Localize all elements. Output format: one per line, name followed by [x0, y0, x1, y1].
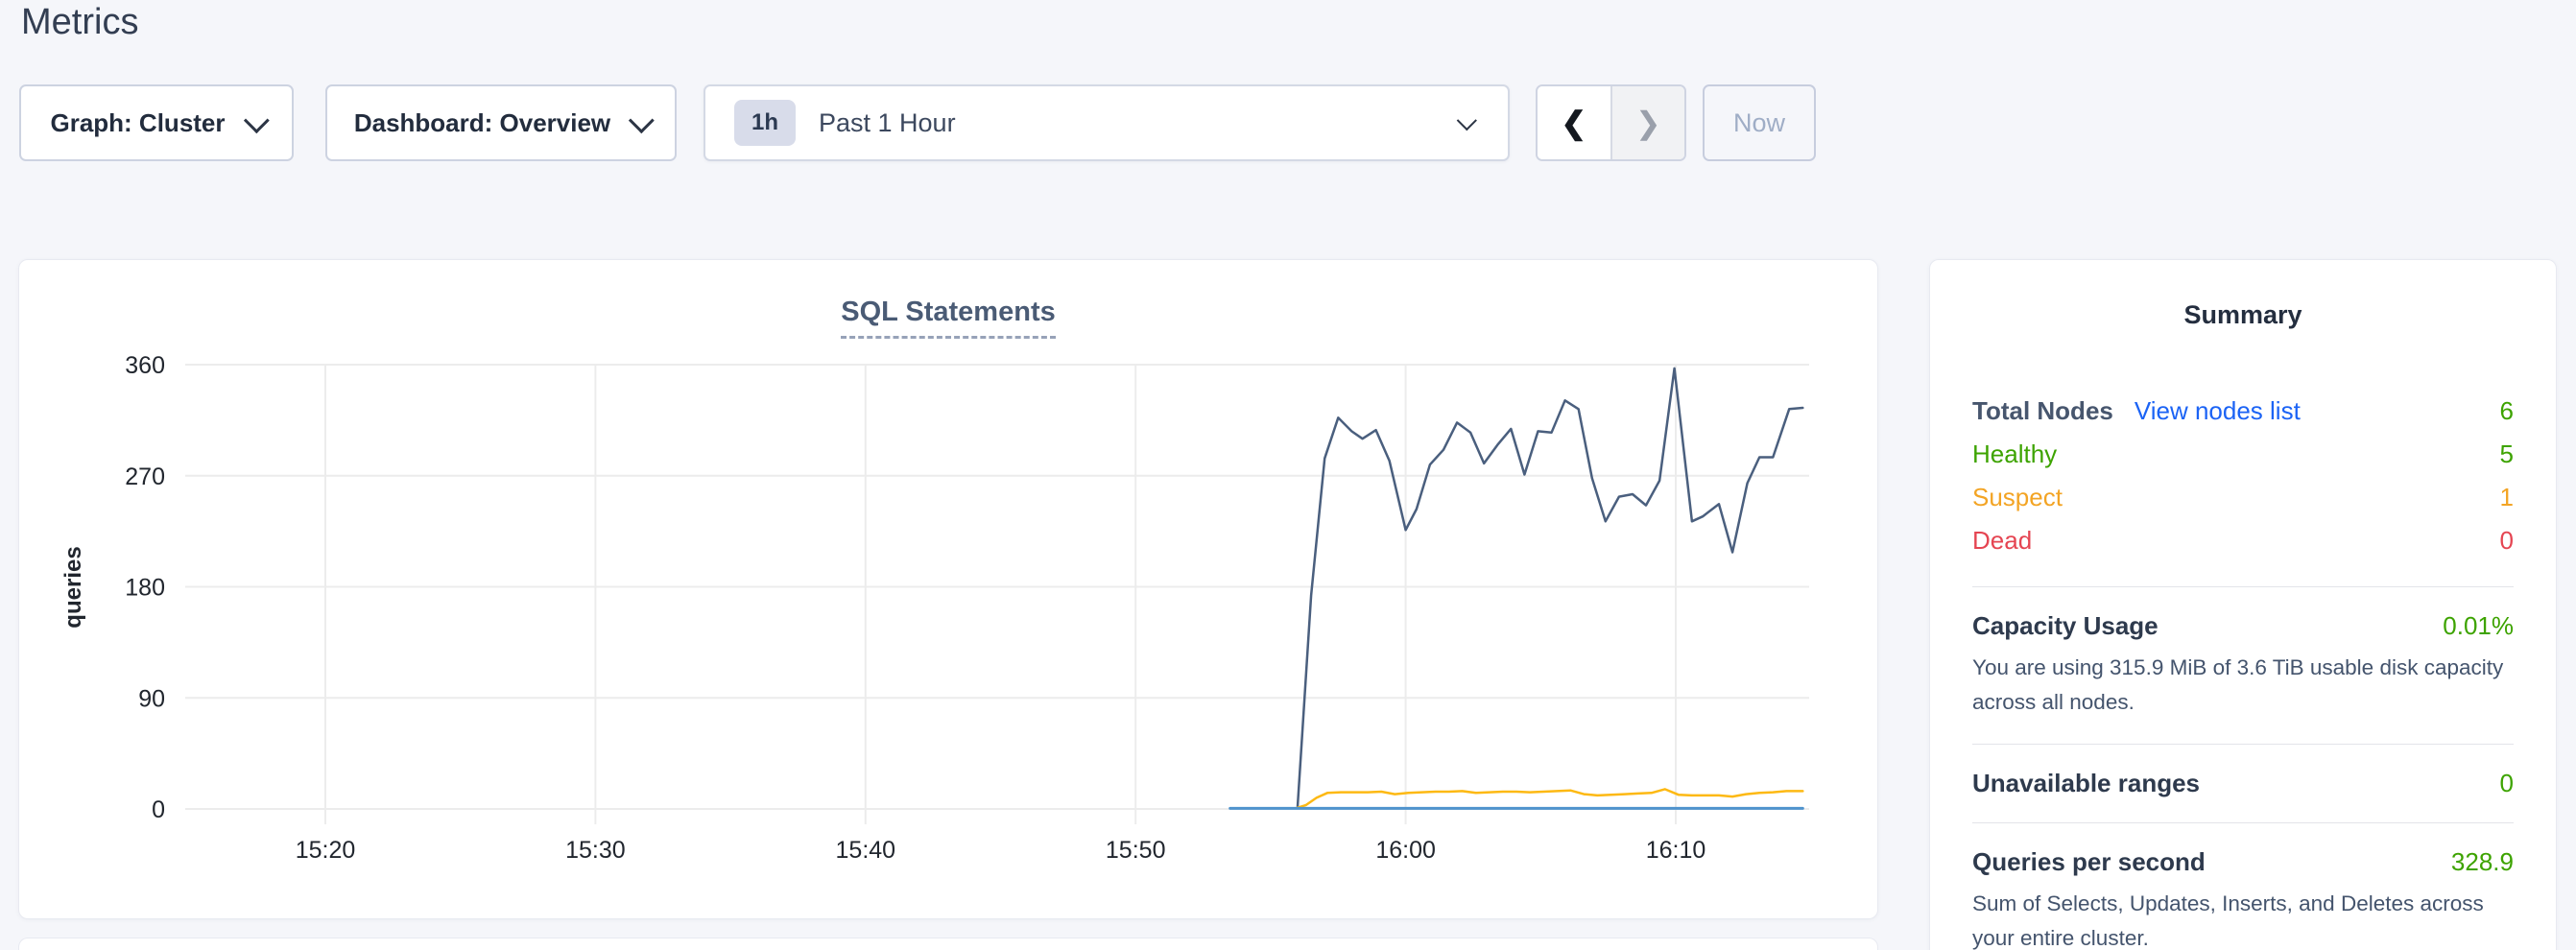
- summary-panel: Summary Total Nodes View nodes list 6 He…: [1929, 259, 2557, 950]
- capacity-usage-label: Capacity Usage: [1972, 611, 2159, 641]
- queries-per-second-section: Queries per second 328.9 Sum of Selects,…: [1972, 847, 2514, 950]
- divider: [1972, 586, 2514, 587]
- time-range-label: Past 1 Hour: [819, 108, 956, 138]
- divider: [1972, 744, 2514, 745]
- suspect-label: Suspect: [1972, 483, 2063, 512]
- time-range-badge: 1h: [734, 100, 796, 146]
- sql-statements-chart[interactable]: 0 90 180 270 360 15:20 15:30 15:40 15:50 16:00 16:…: [19, 260, 1877, 918]
- total-nodes-row: Total Nodes View nodes list 6: [1972, 390, 2514, 433]
- unavailable-ranges-value: 0: [2500, 769, 2514, 798]
- dead-value: 0: [2500, 526, 2514, 556]
- suspect-nodes-row: Suspect 1: [1972, 476, 2514, 519]
- chevron-right-icon: ❯: [1635, 105, 1661, 141]
- svg-text:16:00: 16:00: [1375, 837, 1436, 864]
- sql-statements-chart-card: 0 90 180 270 360 15:20 15:30 15:40 15:50 16:00 16:…: [18, 259, 1878, 919]
- unavailable-ranges-label: Unavailable ranges: [1972, 769, 2200, 798]
- time-range-selector[interactable]: 1h Past 1 Hour: [704, 84, 1510, 161]
- svg-text:180: 180: [125, 575, 165, 602]
- capacity-usage-value: 0.01%: [2443, 611, 2514, 641]
- dead-nodes-row: Dead 0: [1972, 519, 2514, 562]
- svg-text:0: 0: [152, 796, 165, 823]
- healthy-nodes-row: Healthy 5: [1972, 433, 2514, 476]
- time-back-button[interactable]: ❮: [1538, 86, 1612, 159]
- svg-text:15:20: 15:20: [296, 837, 356, 864]
- time-forward-button[interactable]: ❯: [1612, 86, 1685, 159]
- now-button[interactable]: Now: [1703, 84, 1816, 161]
- queries-per-second-value: 328.9: [2451, 847, 2514, 877]
- next-chart-card-top: [18, 938, 1878, 950]
- svg-text:15:50: 15:50: [1106, 837, 1166, 864]
- node-status-block: Total Nodes View nodes list 6 Healthy 5 …: [1972, 390, 2514, 562]
- graph-dropdown-label: Graph: Cluster: [50, 108, 225, 138]
- dashboard-dropdown[interactable]: Dashboard: Overview: [325, 84, 677, 161]
- svg-text:16:10: 16:10: [1646, 837, 1706, 864]
- chevron-down-icon: [243, 107, 269, 133]
- svg-text:15:40: 15:40: [836, 837, 896, 864]
- chart-title[interactable]: SQL Statements: [841, 297, 1055, 339]
- chevron-left-icon: ❮: [1561, 105, 1586, 141]
- capacity-usage-section: Capacity Usage 0.01% You are using 315.9…: [1972, 611, 2514, 720]
- svg-text:15:30: 15:30: [565, 837, 626, 864]
- summary-title: Summary: [1972, 300, 2514, 330]
- now-button-label: Now: [1733, 108, 1785, 138]
- divider: [1972, 822, 2514, 823]
- graph-dropdown[interactable]: Graph: Cluster: [19, 84, 294, 161]
- svg-text:270: 270: [125, 463, 165, 490]
- svg-text:360: 360: [125, 352, 165, 379]
- dashboard-dropdown-label: Dashboard: Overview: [354, 108, 610, 138]
- chevron-down-icon: [629, 107, 655, 133]
- healthy-value: 5: [2500, 439, 2514, 469]
- view-nodes-list-link[interactable]: View nodes list: [2135, 396, 2301, 426]
- svg-text:90: 90: [138, 685, 165, 712]
- healthy-label: Healthy: [1972, 439, 2057, 469]
- chevron-down-icon: [1457, 110, 1477, 131]
- time-step-button-group: ❮ ❯: [1536, 84, 1686, 161]
- queries-per-second-description: Sum of Selects, Updates, Inserts, and De…: [1972, 887, 2514, 950]
- dead-label: Dead: [1972, 526, 2032, 556]
- svg-text:queries: queries: [60, 546, 86, 628]
- capacity-usage-description: You are using 315.9 MiB of 3.6 TiB usabl…: [1972, 651, 2514, 720]
- total-nodes-value: 6: [2500, 396, 2514, 426]
- total-nodes-label: Total Nodes: [1972, 396, 2113, 426]
- queries-per-second-label: Queries per second: [1972, 847, 2206, 877]
- unavailable-ranges-section: Unavailable ranges 0: [1972, 769, 2514, 798]
- suspect-value: 1: [2500, 483, 2514, 512]
- page-title: Metrics: [21, 2, 138, 43]
